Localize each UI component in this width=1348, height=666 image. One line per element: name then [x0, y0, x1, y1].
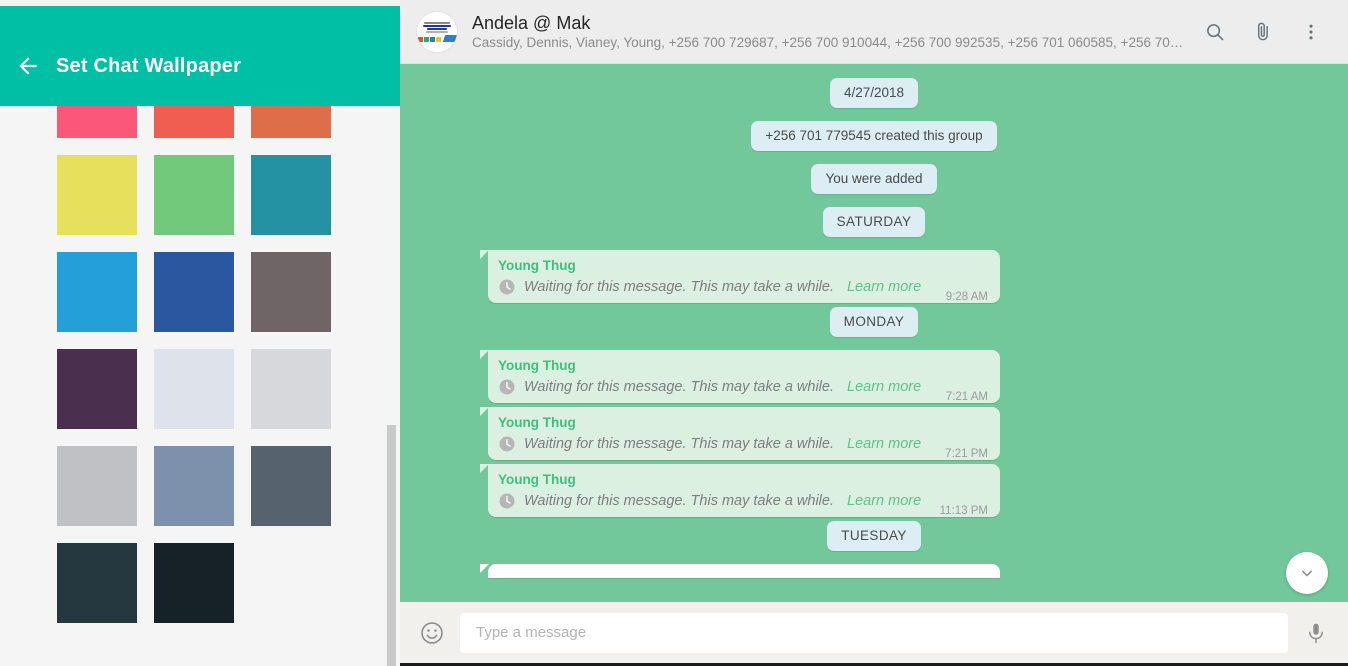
message-timestamp: 9:28 AM [945, 291, 988, 303]
avatar-logo [417, 12, 457, 52]
microphone-icon[interactable] [1302, 619, 1330, 647]
wallpaper-swatch-light-blue[interactable] [57, 252, 137, 332]
wallpaper-panel-header: Set Chat Wallpaper [0, 6, 400, 106]
message-row[interactable]: Young Thug Waiting for this message. This… [400, 407, 1348, 460]
message-row[interactable]: Young Thug Waiting for this message. This… [400, 464, 1348, 517]
system-chip: +256 701 779545 created this group [751, 121, 997, 151]
chat-panel: Andela @ Mak Cassidy, Dennis, Vianey, Yo… [400, 0, 1348, 666]
wallpaper-color-grid [0, 58, 400, 623]
system-chip: TUESDAY [827, 521, 921, 551]
clock-icon [499, 436, 515, 452]
message-sender: Young Thug [498, 258, 576, 273]
message-body: Waiting for this message. This may take … [498, 491, 988, 517]
message-text: Waiting for this message. This may take … [524, 379, 834, 395]
message-timestamp: 7:21 PM [945, 448, 988, 460]
wallpaper-panel-title: Set Chat Wallpaper [56, 55, 242, 77]
wallpaper-swatch-slate-blue[interactable] [154, 446, 234, 526]
learn-more-link[interactable]: Learn more [847, 491, 921, 511]
wallpaper-scrollbar[interactable] [386, 0, 400, 666]
chip-row: TUESDAY [400, 521, 1348, 551]
wallpaper-swatch-steel-grey[interactable] [251, 446, 331, 526]
wallpaper-swatch-blue[interactable] [154, 252, 234, 332]
message-text: Waiting for this message. This may take … [524, 493, 834, 509]
wallpaper-swatch-deep-purple[interactable] [57, 349, 137, 429]
message-sender: Young Thug [498, 415, 576, 430]
wallpaper-swatch-pale-blue-grey[interactable] [154, 349, 234, 429]
learn-more-link[interactable]: Learn more [847, 434, 921, 454]
message-row[interactable]: Young Thug Waiting for this message. This… [400, 350, 1348, 403]
message-bubble[interactable]: Young Thug Waiting for this message. This… [480, 250, 1000, 303]
message-sender: Young Thug [498, 358, 576, 373]
panel-top-strip [0, 0, 400, 6]
wallpaper-swatch-green[interactable] [154, 155, 234, 235]
message-input[interactable] [460, 612, 1288, 653]
emoji-smiley-icon[interactable] [418, 619, 446, 647]
learn-more-link[interactable]: Learn more [847, 277, 921, 297]
message-row[interactable]: Young Thug Waiting for this message. This… [400, 250, 1348, 303]
wallpaper-swatch-yellow[interactable] [57, 155, 137, 235]
chip-row: You were added [400, 164, 1348, 194]
message-body: Waiting for this message. This may take … [498, 434, 988, 460]
chat-header[interactable]: Andela @ Mak Cassidy, Dennis, Vianey, Yo… [400, 0, 1348, 64]
search-icon[interactable] [1202, 19, 1228, 45]
clock-icon [499, 379, 515, 395]
arrow-left-icon [19, 57, 37, 75]
group-avatar[interactable] [416, 10, 458, 53]
wallpaper-scrollbar-thumb[interactable] [387, 425, 396, 666]
message-timestamp: 7:21 AM [945, 391, 988, 403]
scroll-to-bottom-button[interactable] [1286, 552, 1328, 594]
clock-icon [499, 493, 515, 509]
message-body: Waiting for this message. This may take … [498, 377, 988, 403]
message-timestamp: 11:13 PM [939, 505, 988, 517]
wallpaper-swatch-light-grey[interactable] [251, 349, 331, 429]
message-composer [400, 602, 1348, 666]
set-chat-wallpaper-panel: Set Chat Wallpaper [0, 0, 400, 666]
system-chip: SATURDAY [822, 207, 926, 237]
wallpaper-swatch-silver[interactable] [57, 446, 137, 526]
chip-row: 4/27/2018 [400, 78, 1348, 108]
paperclip-icon[interactable] [1250, 19, 1276, 45]
wallpaper-swatch-brown-grey[interactable] [251, 252, 331, 332]
message-text: Waiting for this message. This may take … [524, 436, 834, 452]
system-chip: 4/27/2018 [829, 78, 919, 108]
chat-title: Andela @ Mak [472, 12, 591, 33]
message-sender: Young Thug [498, 472, 576, 487]
chat-header-text[interactable]: Andela @ Mak Cassidy, Dennis, Vianey, Yo… [472, 12, 1190, 52]
chip-row: MONDAY [400, 307, 1348, 337]
clock-icon [499, 279, 515, 295]
chip-row: SATURDAY [400, 207, 1348, 237]
message-list[interactable]: 4/27/2018 +256 701 779545 created this gr… [400, 64, 1348, 602]
partial-message-bubble[interactable] [480, 564, 1000, 578]
chip-row: +256 701 779545 created this group [400, 121, 1348, 151]
wallpaper-swatch-dark-slate[interactable] [57, 543, 137, 623]
wallpaper-swatch-near-black[interactable] [154, 543, 234, 623]
message-bubble[interactable]: Young Thug Waiting for this message. This… [480, 407, 1000, 460]
back-button[interactable] [0, 42, 56, 90]
chevron-down-icon [1302, 570, 1312, 577]
message-bubble[interactable]: Young Thug Waiting for this message. This… [480, 464, 1000, 517]
message-text: Waiting for this message. This may take … [524, 279, 834, 295]
chat-participants: Cassidy, Dennis, Vianey, Young, +256 700… [472, 34, 1184, 50]
learn-more-link[interactable]: Learn more [847, 377, 921, 397]
overflow-menu-icon[interactable] [1298, 19, 1324, 45]
system-chip: MONDAY [829, 307, 919, 337]
system-chip: You were added [811, 164, 937, 194]
message-bubble[interactable]: Young Thug Waiting for this message. This… [480, 350, 1000, 403]
wallpaper-swatch-teal[interactable] [251, 155, 331, 235]
chat-header-actions [1202, 19, 1334, 45]
message-body: Waiting for this message. This may take … [498, 277, 988, 303]
app-root: Set Chat Wallpaper Andela @ Mak Cassidy,… [0, 0, 1348, 666]
